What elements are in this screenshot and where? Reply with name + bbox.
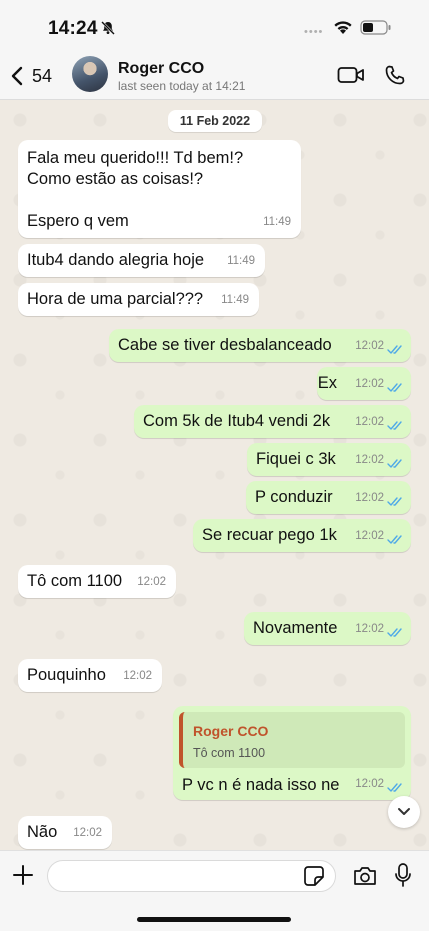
video-call-icon[interactable] [337,65,365,85]
avatar[interactable] [72,56,108,92]
chevron-left-icon [11,66,23,86]
bell-slash-icon [101,21,115,35]
message-text: Com 5k de Itub4 vendi 2k [143,412,331,430]
message-time: 12:02 [137,576,166,588]
signal-dots-icon: •••• [304,26,324,38]
quoted-message[interactable]: Roger CCO Tô com 1100 [179,712,405,768]
message-text: Pouquinho [27,666,106,684]
message-text: P vc n é nada isso ne [182,776,340,794]
message-bubble[interactable]: Com 5k de Itub4 vendi 2k 12:02 [134,405,411,438]
message-text: P conduzir [255,488,333,506]
message-text: Tô com 1100 [27,572,123,590]
read-ticks-icon [387,383,402,392]
message-input[interactable] [47,860,336,892]
message-bubble[interactable]: Novamente 12:02 [244,612,411,645]
quoted-text: Tô com 1100 [193,746,266,760]
message-bubble[interactable]: Itub4 dando alegria hoje 11:49 [18,244,265,277]
home-indicator [137,917,291,922]
contact-name[interactable]: Roger CCO [118,60,204,78]
message-bubble[interactable]: Tô com 1100 12:02 [18,565,176,598]
date-separator: 11 Feb 2022 [168,110,262,132]
phone-icon[interactable] [384,64,406,86]
status-time: 14:24 [48,18,98,39]
read-ticks-icon [387,497,402,506]
message-time: 12:02 [355,378,384,390]
message-text: Ex [317,374,337,392]
message-time: 12:02 [355,623,384,635]
message-text: Fiquei c 3k [256,450,336,468]
read-ticks-icon [387,421,402,430]
message-text: Cabe se tiver desbalanceado [118,336,332,354]
read-ticks-icon [387,628,402,637]
message-text: Se recuar pego 1k [202,526,337,544]
message-time: 12:02 [355,492,384,504]
message-text: Itub4 dando alegria hoje [27,251,205,269]
message-input-bar [0,850,429,931]
message-time: 12:02 [355,778,384,790]
message-bubble[interactable]: Cabe se tiver desbalanceado 12:02 [109,329,411,362]
battery-icon [360,20,391,35]
status-bar: 14:24 •••• [0,0,429,52]
message-time: 11:49 [263,216,291,228]
message-time: 11:49 [227,255,255,267]
camera-icon[interactable] [352,865,378,887]
plus-icon[interactable] [12,864,34,886]
microphone-icon[interactable] [394,862,412,888]
sticker-icon[interactable] [303,865,325,887]
read-ticks-icon [387,783,402,792]
message-bubble[interactable]: Fiquei c 3k 12:02 [247,443,411,476]
message-time: 12:02 [123,670,152,682]
message-bubble[interactable]: Fala meu querido!!! Td bem!? Como estão … [18,140,301,238]
chat-messages[interactable]: 11 Feb 2022 Fala meu querido!!! Td bem!?… [0,100,429,850]
message-bubble[interactable]: Não 12:02 [18,816,112,849]
message-time: 12:02 [355,416,384,428]
read-ticks-icon [387,459,402,468]
message-time: 11:49 [221,294,249,306]
message-bubble[interactable]: Pouquinho 12:02 [18,659,162,692]
message-bubble[interactable]: P conduzir 12:02 [246,481,411,514]
message-time: 12:02 [73,827,102,839]
scroll-to-bottom-button[interactable] [388,796,420,828]
read-ticks-icon [387,535,402,544]
message-text: Não [27,823,58,841]
message-time: 12:02 [355,530,384,542]
message-time: 12:02 [355,454,384,466]
wifi-icon [334,21,352,34]
unread-count: 54 [32,65,53,86]
quoted-author: Roger CCO [193,723,269,739]
message-text: Hora de uma parcial??? [27,290,204,308]
message-text: Novamente [253,619,338,637]
read-ticks-icon [387,345,402,354]
message-bubble[interactable]: Ex 12:02 [317,367,411,400]
message-text: Fala meu querido!!! Td bem!? Como estão … [27,149,244,230]
message-time: 12:02 [355,340,384,352]
contact-last-seen: last seen today at 14:21 [118,79,246,93]
message-bubble[interactable]: Se recuar pego 1k 12:02 [193,519,411,552]
back-button[interactable]: 54 [10,62,52,90]
message-bubble[interactable]: Hora de uma parcial??? 11:49 [18,283,259,316]
chat-header: 54 Roger CCO last seen today at 14:21 [0,52,429,100]
chevron-down-icon [398,808,410,815]
reply-message-bubble[interactable]: Roger CCO Tô com 1100 P vc n é nada isso… [173,706,411,800]
